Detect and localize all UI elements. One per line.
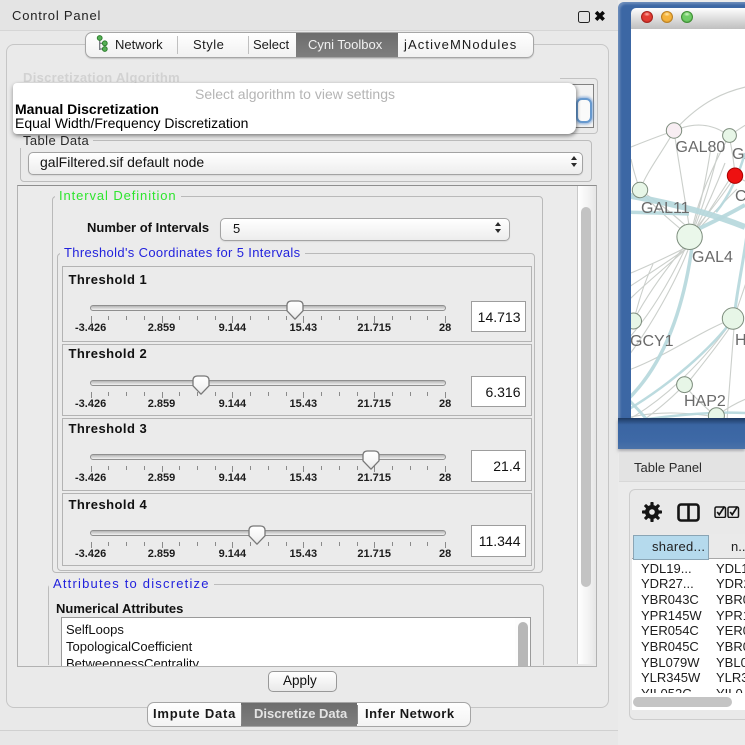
svg-text:GAL80: GAL80	[676, 139, 726, 156]
svg-text:GA: GA	[732, 146, 745, 163]
svg-text:C: C	[735, 188, 745, 205]
svg-text:HAP2: HAP2	[684, 393, 726, 410]
svg-text:GAL11: GAL11	[641, 200, 690, 217]
svg-text:GCY1: GCY1	[631, 333, 674, 350]
svg-text:H: H	[735, 332, 745, 349]
svg-text:GAL4: GAL4	[692, 249, 733, 266]
